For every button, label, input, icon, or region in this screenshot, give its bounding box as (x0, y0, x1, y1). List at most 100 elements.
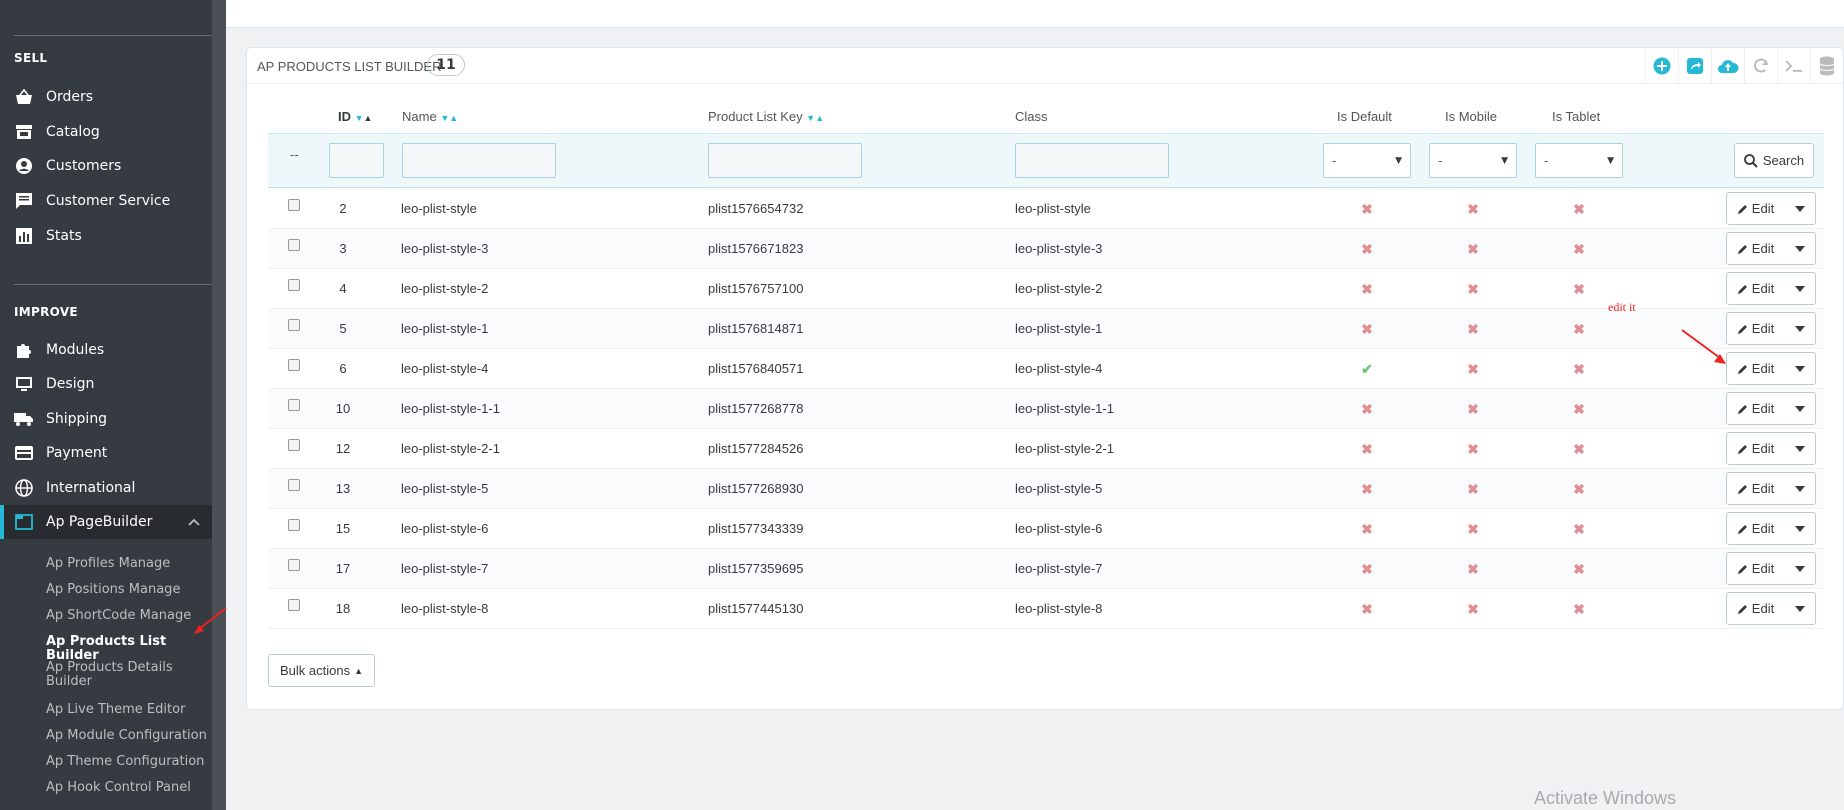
cross-icon[interactable]: ✖ (1573, 561, 1585, 577)
cross-icon[interactable]: ✖ (1467, 481, 1479, 497)
row-checkbox[interactable] (288, 239, 300, 251)
cross-icon[interactable]: ✖ (1467, 361, 1479, 377)
add-new-button[interactable] (1645, 48, 1678, 84)
sort-asc-icon[interactable]: ▲ (364, 113, 373, 123)
row-checkbox[interactable] (288, 399, 300, 411)
table-row[interactable]: 10 leo-plist-style-1-1 plist1577268778 leo-… (268, 389, 1824, 429)
submenu-ap-products-details-builder[interactable]: Ap Products Details Builder (46, 661, 212, 689)
edit-dropdown-toggle[interactable] (1785, 273, 1815, 304)
row-checkbox[interactable] (288, 519, 300, 531)
cross-icon[interactable]: ✖ (1361, 521, 1373, 537)
cross-icon[interactable]: ✖ (1467, 601, 1479, 617)
submenu-ap-hook-control-panel[interactable]: Ap Hook Control Panel (46, 781, 212, 795)
cross-icon[interactable]: ✖ (1573, 241, 1585, 257)
table-row[interactable]: 2 leo-plist-style plist1576654732 leo-plist… (268, 189, 1824, 229)
row-checkbox[interactable] (288, 279, 300, 291)
submenu-ap-positions-manage[interactable]: Ap Positions Manage (46, 583, 212, 597)
table-row[interactable]: 13 leo-plist-style-5 plist1577268930 leo-pl… (268, 469, 1824, 509)
edit-button[interactable]: Edit (1727, 313, 1785, 344)
cross-icon[interactable]: ✖ (1467, 401, 1479, 417)
cross-icon[interactable]: ✖ (1467, 321, 1479, 337)
sidebar-item-orders[interactable]: Orders (0, 80, 212, 114)
sort-desc-icon[interactable]: ▼ (806, 113, 815, 123)
column-header-name[interactable]: Name ▼▲ (402, 109, 458, 124)
cross-icon[interactable]: ✖ (1573, 321, 1585, 337)
table-row[interactable]: 6 leo-plist-style-4 plist1576840571 leo-pli… (268, 349, 1824, 389)
submenu-ap-live-theme-editor[interactable]: Ap Live Theme Editor (46, 703, 212, 717)
column-header-id[interactable]: ID ▼▲ (338, 109, 372, 124)
chevron-up-icon[interactable] (188, 515, 200, 531)
filter-is-tablet-select[interactable]: - ▼ (1535, 143, 1623, 178)
row-checkbox[interactable] (288, 479, 300, 491)
row-checkbox[interactable] (288, 199, 300, 211)
cross-icon[interactable]: ✖ (1573, 441, 1585, 457)
edit-dropdown-toggle[interactable] (1785, 313, 1815, 344)
sidebar-item-stats[interactable]: Stats (0, 219, 212, 253)
sidebar-item-customers[interactable]: Customers (0, 149, 212, 183)
sidebar-item-catalog[interactable]: Catalog (0, 115, 212, 149)
upload-button[interactable] (1711, 48, 1744, 84)
edit-button[interactable]: Edit (1727, 273, 1785, 304)
edit-dropdown-toggle[interactable] (1785, 473, 1815, 504)
sort-asc-icon[interactable]: ▲ (815, 113, 824, 123)
edit-dropdown-toggle[interactable] (1785, 593, 1815, 624)
sidebar-item-design[interactable]: Design (0, 367, 212, 401)
sort-desc-icon[interactable]: ▼ (355, 113, 364, 123)
cross-icon[interactable]: ✖ (1361, 601, 1373, 617)
edit-button[interactable]: Edit (1727, 433, 1785, 464)
submenu-ap-shortcode-manage[interactable]: Ap ShortCode Manage (46, 609, 212, 623)
row-checkbox[interactable] (288, 319, 300, 331)
submenu-ap-profiles-manage[interactable]: Ap Profiles Manage (46, 557, 212, 571)
cross-icon[interactable]: ✖ (1573, 201, 1585, 217)
database-button[interactable] (1810, 48, 1843, 84)
table-row[interactable]: 15 leo-plist-style-6 plist1577343339 leo-pl… (268, 509, 1824, 549)
cross-icon[interactable]: ✖ (1467, 241, 1479, 257)
cross-icon[interactable]: ✖ (1361, 561, 1373, 577)
cross-icon[interactable]: ✖ (1573, 601, 1585, 617)
row-checkbox[interactable] (288, 599, 300, 611)
sql-query-button[interactable] (1777, 48, 1810, 84)
row-checkbox[interactable] (288, 439, 300, 451)
filter-key-input[interactable] (708, 143, 862, 178)
cross-icon[interactable]: ✖ (1467, 201, 1479, 217)
cross-icon[interactable]: ✖ (1361, 481, 1373, 497)
cross-icon[interactable]: ✖ (1573, 521, 1585, 537)
cross-icon[interactable]: ✖ (1467, 561, 1479, 577)
sidebar-item-customer-service[interactable]: Customer Service (0, 184, 212, 218)
table-row[interactable]: 5 leo-plist-style-1 plist1576814871 leo-pli… (268, 309, 1824, 349)
edit-dropdown-toggle[interactable] (1785, 513, 1815, 544)
export-button[interactable] (1678, 48, 1711, 84)
edit-dropdown-toggle[interactable] (1785, 393, 1815, 424)
cross-icon[interactable]: ✖ (1573, 481, 1585, 497)
column-header-product-list-key[interactable]: Product List Key ▼▲ (708, 109, 824, 124)
bulk-actions-button[interactable]: Bulk actions ▲ (268, 654, 375, 687)
edit-dropdown-toggle[interactable] (1785, 353, 1815, 384)
edit-dropdown-toggle[interactable] (1785, 553, 1815, 584)
filter-is-default-select[interactable]: - ▼ (1323, 143, 1411, 178)
edit-button[interactable]: Edit (1727, 473, 1785, 504)
row-checkbox[interactable] (288, 359, 300, 371)
submenu-ap-theme-configuration[interactable]: Ap Theme Configuration (46, 755, 212, 769)
cross-icon[interactable]: ✖ (1361, 201, 1373, 217)
cross-icon[interactable]: ✖ (1361, 401, 1373, 417)
cross-icon[interactable]: ✖ (1361, 441, 1373, 457)
submenu-ap-products-list-builder[interactable]: Ap Products List Builder (46, 635, 212, 663)
edit-button[interactable]: Edit (1727, 513, 1785, 544)
sort-desc-icon[interactable]: ▼ (440, 113, 449, 123)
submenu-ap-module-configuration[interactable]: Ap Module Configuration (46, 729, 212, 743)
cross-icon[interactable]: ✖ (1361, 281, 1373, 297)
edit-button[interactable]: Edit (1727, 553, 1785, 584)
cross-icon[interactable]: ✖ (1467, 281, 1479, 297)
cross-icon[interactable]: ✖ (1361, 321, 1373, 337)
table-row[interactable]: 17 leo-plist-style-7 plist1577359695 leo-pl… (268, 549, 1824, 589)
row-checkbox[interactable] (288, 559, 300, 571)
sidebar-item-modules[interactable]: Modules (0, 333, 212, 367)
search-button[interactable]: Search (1734, 143, 1814, 178)
refresh-button[interactable] (1744, 48, 1777, 84)
sidebar-item-international[interactable]: International (0, 471, 212, 505)
edit-dropdown-toggle[interactable] (1785, 193, 1815, 224)
edit-dropdown-toggle[interactable] (1785, 233, 1815, 264)
sidebar-item-ap-pagebuilder[interactable]: Ap PageBuilder (0, 505, 212, 539)
sidebar-item-shipping[interactable]: Shipping (0, 402, 212, 436)
table-row[interactable]: 18 leo-plist-style-8 plist1577445130 leo-pl… (268, 589, 1824, 629)
